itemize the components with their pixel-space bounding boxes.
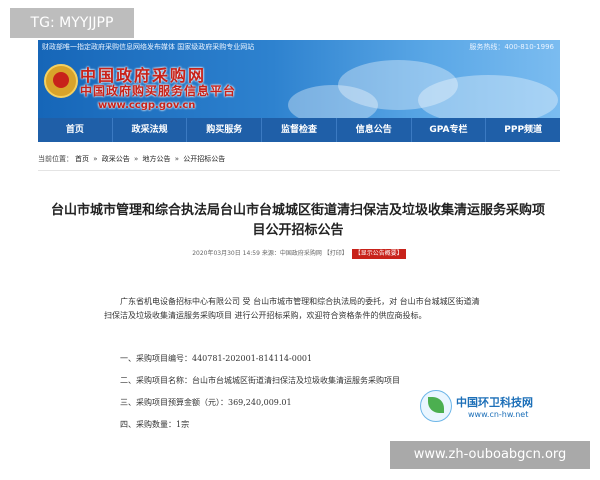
watermark-logo: 中国环卫科技网 www.cn-hw.net: [420, 380, 580, 436]
nav-item-gpa[interactable]: GPA专栏: [412, 118, 487, 142]
breadcrumb-separator: »: [134, 155, 139, 163]
header-topline: 财政部唯一指定政府采购信息网络发布媒体 国家级政府采购专业网站 服务热线：400…: [38, 40, 560, 54]
globe-leaf-icon: [420, 390, 452, 422]
nav-item-supervision[interactable]: 监督检查: [262, 118, 337, 142]
nav-item-home[interactable]: 首页: [38, 118, 113, 142]
article-date-source: 2020年03月30日 14:59 来源：中国政府采购网 【打印】: [192, 250, 348, 257]
site-header: 财政部唯一指定政府采购信息网络发布媒体 国家级政府采购专业网站 服务热线：400…: [38, 40, 560, 118]
article-item-budget: 三、采购项目预算金额（元）：369,240,009.01: [120, 398, 292, 407]
tg-label-overlay: TG: MYYJJPP: [10, 8, 134, 38]
breadcrumb-separator: »: [93, 155, 98, 163]
breadcrumb-prefix: 当前位置：: [38, 155, 73, 163]
article-intro: 广东省机电设备招标中心有限公司 受 台山市城市管理和综合执法局的委托，对 台山市…: [104, 297, 480, 320]
site-url-banner: www.zh-ouboabgcn.org: [390, 441, 590, 469]
breadcrumb-local[interactable]: 地方公告: [143, 155, 171, 163]
breadcrumb: 当前位置： 首页 » 政采公告 » 地方公告 » 公开招标公告: [38, 152, 560, 166]
site-logo-url: www.ccgp.gov.cn: [98, 100, 196, 111]
breadcrumb-current[interactable]: 公开招标公告: [183, 155, 225, 163]
watermark-name: 中国环卫科技网: [456, 396, 533, 409]
national-emblem-icon: [44, 64, 78, 98]
hotline: 服务热线：400-810-1996: [469, 43, 554, 51]
site-logo-subtitle: 中国政府购买服务信息平台: [80, 84, 237, 98]
nav-item-purchase-services[interactable]: 购买服务: [187, 118, 263, 142]
article-meta: 2020年03月30日 14:59 来源：中国政府采购网 【打印】 【显示公告概要…: [38, 249, 560, 259]
breadcrumb-procurement[interactable]: 政采公告: [102, 155, 130, 163]
nav-item-announcements[interactable]: 信息公告: [337, 118, 412, 142]
header-tagline: 财政部唯一指定政府采购信息网络发布媒体 国家级政府采购专业网站: [42, 43, 255, 51]
show-summary-button[interactable]: 【显示公告概要】: [351, 249, 406, 259]
article-title: 台山市城市管理和综合执法局台山市台城城区街道清扫保洁及垃圾收集清运服务采购项目公…: [50, 203, 545, 238]
main-nav: 首页 政采法规 购买服务 监督检查 信息公告 GPA专栏 PPP频道: [38, 118, 560, 142]
breadcrumb-home[interactable]: 首页: [75, 155, 89, 163]
nav-item-regulations[interactable]: 政采法规: [113, 118, 188, 142]
article-item-project-number: 一、采购项目编号：440781-202001-814114-0001: [120, 354, 313, 363]
article-item-quantity: 四、采购数量：1宗: [120, 420, 190, 429]
watermark-url: www.cn-hw.net: [468, 410, 529, 419]
breadcrumb-separator: »: [174, 155, 180, 163]
nav-item-ppp[interactable]: PPP频道: [486, 118, 560, 142]
article-item-project-name: 二、采购项目名称：台山市台城城区街道清扫保洁及垃圾收集清运服务采购项目: [120, 376, 400, 385]
